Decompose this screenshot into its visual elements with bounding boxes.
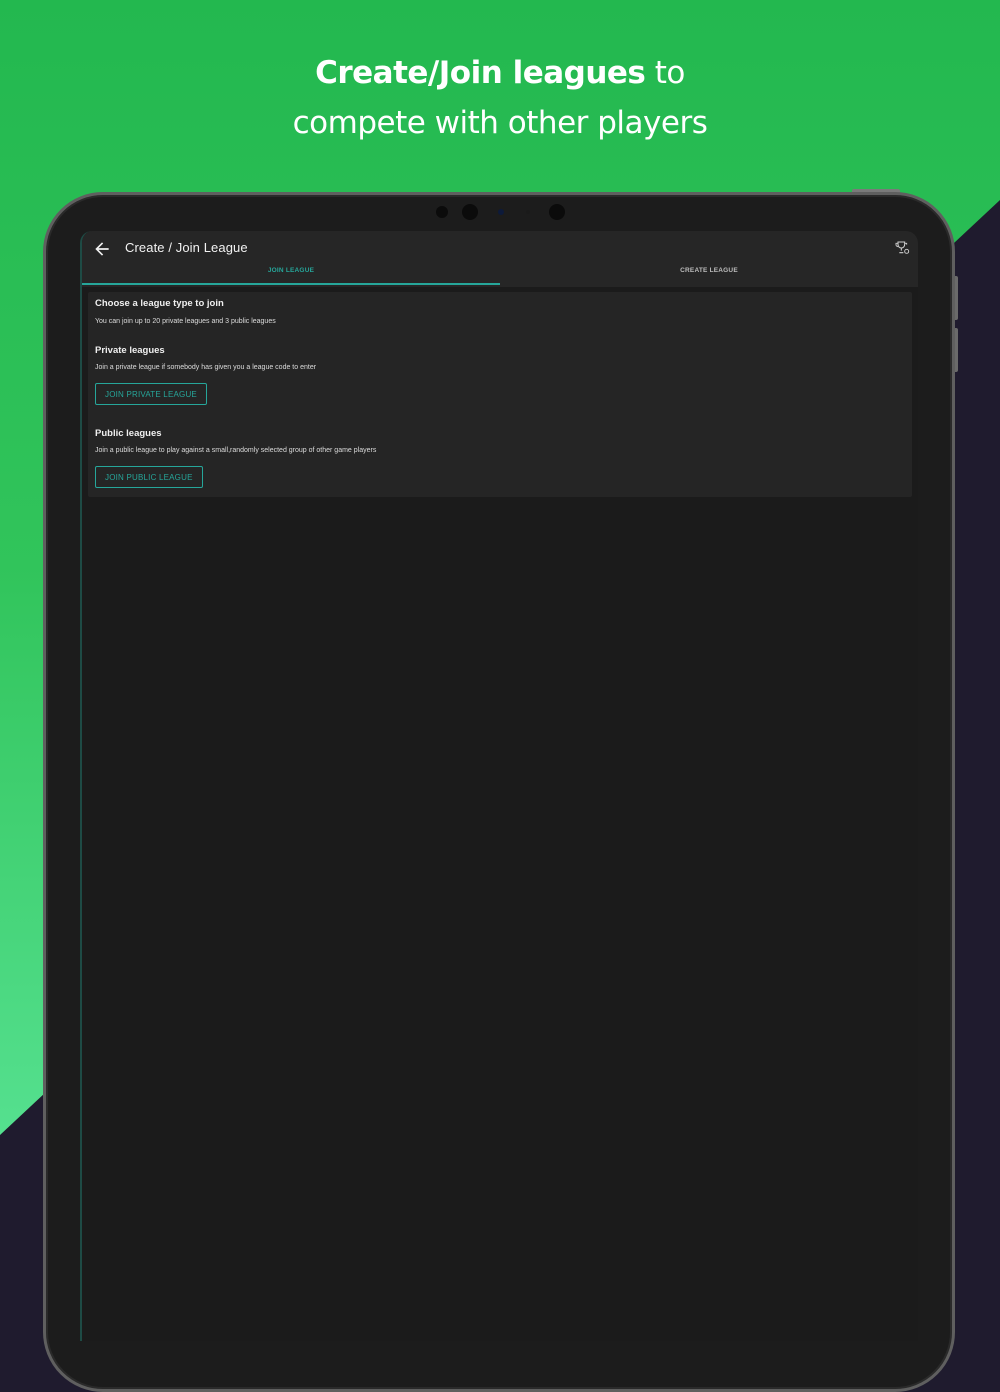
join-heading: Choose a league type to join [95, 298, 224, 309]
sensor-4 [549, 204, 565, 220]
tab-indicator [82, 283, 500, 285]
public-leagues-title: Public leagues [95, 428, 162, 439]
private-leagues-description: Join a private league if somebody has gi… [95, 364, 317, 371]
promo-rest: to [645, 55, 686, 91]
join-private-league-button[interactable]: JOIN PRIVATE LEAGUE [95, 383, 207, 405]
trophy-icon[interactable] [894, 240, 910, 256]
page-title: Create / Join League [125, 240, 248, 255]
sensor-3 [526, 210, 530, 214]
camera-lens [498, 209, 504, 215]
promo-line-2: compete with other players [292, 105, 708, 141]
promo-bold: Create/Join leagues [315, 55, 646, 91]
promo-line-1: Create/Join leagues to [0, 48, 1000, 98]
app-screen: Create / Join League JOIN LEAGUE CREATE … [80, 231, 918, 1341]
join-public-league-button[interactable]: JOIN PUBLIC LEAGUE [95, 466, 203, 488]
join-league-card: Choose a league type to join You can joi… [88, 292, 912, 497]
public-leagues-description: Join a public league to play against a s… [95, 447, 377, 454]
arrow-left-icon[interactable] [92, 239, 112, 259]
app-bar: Create / Join League JOIN LEAGUE CREATE … [82, 231, 918, 287]
promo-headline: Create/Join leagues to compete with othe… [0, 48, 1000, 148]
join-subheading: You can join up to 20 private leagues an… [95, 318, 276, 325]
sensor-2 [462, 204, 478, 220]
tab-create-league[interactable]: CREATE LEAGUE [500, 267, 918, 285]
sensor-1 [436, 206, 448, 218]
private-leagues-title: Private leagues [95, 345, 165, 356]
